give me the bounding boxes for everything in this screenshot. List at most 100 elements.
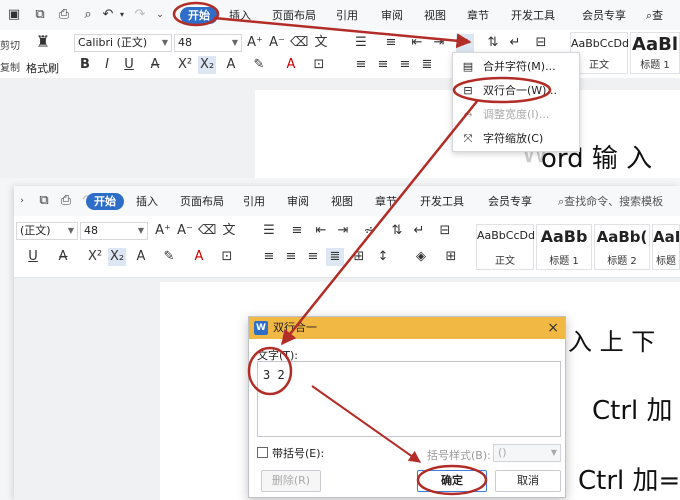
justify-icon[interactable]: ≣ bbox=[326, 248, 344, 266]
char-border-icon[interactable]: ⊡ bbox=[310, 56, 328, 74]
tab-references[interactable]: 引用 bbox=[243, 193, 265, 210]
tab-member[interactable]: 会员专享 bbox=[582, 7, 626, 24]
bullets-icon[interactable]: ☰ bbox=[352, 34, 370, 52]
ruler-icon[interactable]: ⊟ bbox=[436, 222, 454, 240]
borders-icon[interactable]: ⊞ bbox=[442, 248, 460, 266]
numbering-icon[interactable]: ≡ bbox=[382, 34, 400, 52]
tab-review[interactable]: 审阅 bbox=[381, 7, 403, 24]
tab-view[interactable]: 视图 bbox=[331, 193, 353, 210]
align-left-icon[interactable]: ≡ bbox=[260, 248, 278, 266]
decrease-indent-icon[interactable]: ⇤ bbox=[408, 34, 426, 52]
dialog-titlebar[interactable]: W 双行合一 × bbox=[249, 317, 565, 339]
superscript-icon[interactable]: X² bbox=[86, 248, 104, 266]
shrink-font-icon[interactable]: A⁻ bbox=[176, 222, 194, 240]
bullets-icon[interactable]: ☰ bbox=[260, 222, 278, 240]
chinese-layout-icon[interactable]: ⩫ bbox=[456, 34, 474, 52]
tab-references[interactable]: 引用 bbox=[336, 7, 358, 24]
numbering-icon[interactable]: ≡ bbox=[288, 222, 306, 240]
show-marks-icon[interactable]: ↵ bbox=[410, 222, 428, 240]
show-marks-icon[interactable]: ↵ bbox=[506, 34, 524, 52]
tab-home[interactable]: 开始 bbox=[180, 7, 218, 24]
tab-developer[interactable]: 开发工具 bbox=[511, 7, 555, 24]
style-heading-3[interactable]: AaB标题 bbox=[652, 224, 680, 270]
style-heading-1[interactable]: AaBl 标题 1 bbox=[630, 32, 680, 74]
italic-icon[interactable]: I bbox=[98, 56, 116, 74]
menu-merge-chars[interactable]: ▤ 合并字符(M)... bbox=[453, 55, 579, 79]
ruler-icon[interactable]: ⊟ bbox=[532, 34, 550, 52]
text-effect-icon[interactable]: A bbox=[222, 56, 240, 74]
highlight-icon[interactable]: ✎ bbox=[250, 56, 268, 74]
tab-developer[interactable]: 开发工具 bbox=[420, 193, 464, 210]
redo-icon[interactable]: ↷ bbox=[132, 7, 148, 23]
shading-icon[interactable]: ◈ bbox=[412, 248, 430, 266]
style-heading-1[interactable]: AaBb 标题 1 bbox=[536, 224, 592, 270]
font-color-icon[interactable]: A bbox=[282, 56, 300, 74]
align-right-icon[interactable]: ≡ bbox=[396, 56, 414, 74]
tab-section[interactable]: 章节 bbox=[375, 193, 397, 210]
strikethrough-icon[interactable]: A̶ bbox=[54, 248, 72, 266]
bracket-style-select[interactable]: () ▼ bbox=[493, 444, 561, 462]
clear-format-icon[interactable]: ⌫ bbox=[290, 34, 308, 52]
justify-icon[interactable]: ≣ bbox=[418, 56, 436, 74]
tab-page-layout[interactable]: 页面布局 bbox=[272, 7, 316, 24]
align-center-icon[interactable]: ≡ bbox=[374, 56, 392, 74]
copy-label[interactable]: 复制 bbox=[0, 59, 20, 74]
grow-font-icon[interactable]: A⁺ bbox=[154, 222, 172, 240]
tab-section[interactable]: 章节 bbox=[467, 7, 489, 24]
search-tab[interactable]: ⌕查 bbox=[646, 7, 663, 24]
font-size-combo[interactable]: 48 ▼ bbox=[80, 222, 148, 240]
underline-icon[interactable]: U bbox=[24, 248, 42, 266]
tab-insert[interactable]: 插入 bbox=[229, 7, 251, 24]
font-color-icon[interactable]: A bbox=[190, 248, 208, 266]
tab-review[interactable]: 审阅 bbox=[287, 193, 309, 210]
font-name-combo[interactable]: (正文) ▼ bbox=[16, 222, 78, 240]
save-icon[interactable]: ▣ bbox=[6, 7, 22, 23]
tab-insert[interactable]: 插入 bbox=[136, 193, 158, 210]
grow-font-icon[interactable]: A⁺ bbox=[246, 34, 264, 52]
tab-home[interactable]: 开始 bbox=[86, 193, 124, 210]
underline-icon[interactable]: U bbox=[120, 56, 138, 74]
align-center-icon[interactable]: ≡ bbox=[282, 248, 300, 266]
more-icon[interactable]: › bbox=[14, 193, 30, 209]
shrink-font-icon[interactable]: A⁻ bbox=[268, 34, 286, 52]
print-icon[interactable]: ⎙ bbox=[56, 7, 72, 23]
phonetic-icon[interactable]: 文 bbox=[312, 34, 330, 52]
sort-icon[interactable]: ⇅ bbox=[388, 222, 406, 240]
superscript-icon[interactable]: X² bbox=[176, 56, 194, 74]
format-painter-icon[interactable]: ♜ bbox=[34, 33, 52, 51]
undo-dropdown-icon[interactable]: ▾ bbox=[114, 7, 130, 23]
sort-icon[interactable]: ⇅ bbox=[484, 34, 502, 52]
align-right-icon[interactable]: ≡ bbox=[304, 248, 322, 266]
tab-page-layout[interactable]: 页面布局 bbox=[180, 193, 224, 210]
bracket-checkbox[interactable]: 带括号(E): bbox=[257, 447, 324, 461]
align-left-icon[interactable]: ≡ bbox=[352, 56, 370, 74]
command-search[interactable]: ⌕查找命令、搜索模板 bbox=[558, 193, 663, 210]
more-icon[interactable]: ⌄ bbox=[152, 7, 168, 23]
style-heading-2[interactable]: AaBb(标题 2 bbox=[594, 224, 650, 270]
menu-adjust-width[interactable]: ↔ 调整宽度(I)... bbox=[453, 103, 579, 127]
decrease-indent-icon[interactable]: ⇤ bbox=[312, 222, 330, 240]
style-normal[interactable]: AaBbCcDd 正文 bbox=[476, 224, 535, 270]
bold-icon[interactable]: B bbox=[76, 56, 94, 74]
tab-member[interactable]: 会员专享 bbox=[488, 193, 532, 210]
text-input[interactable]: 3 2 bbox=[257, 361, 561, 437]
increase-indent-icon[interactable]: ⇥ bbox=[430, 34, 448, 52]
export-icon[interactable]: ⧉ bbox=[36, 193, 52, 209]
strikethrough-icon[interactable]: A̶ bbox=[146, 56, 164, 74]
font-name-combo[interactable]: Calibri (正文) ▼ bbox=[74, 34, 172, 52]
phonetic-icon[interactable]: 文 bbox=[220, 222, 238, 240]
line-spacing-icon[interactable]: ↕ bbox=[374, 248, 392, 266]
subscript-icon[interactable]: X₂ bbox=[108, 248, 126, 266]
cut-label[interactable]: 剪切 bbox=[0, 37, 20, 52]
char-border-icon[interactable]: ⊡ bbox=[218, 248, 236, 266]
export-icon[interactable]: ⧉ bbox=[32, 7, 48, 23]
close-icon[interactable]: × bbox=[547, 319, 559, 337]
highlight-icon[interactable]: ✎ bbox=[160, 248, 178, 266]
chinese-layout-icon[interactable]: ⩫ bbox=[360, 222, 378, 240]
clear-format-icon[interactable]: ⌫ bbox=[198, 222, 216, 240]
menu-char-scale[interactable]: ⤧ 字符缩放(C) bbox=[453, 127, 579, 151]
increase-indent-icon[interactable]: ⇥ bbox=[334, 222, 352, 240]
print-preview-icon[interactable]: ⌕ bbox=[80, 7, 96, 23]
distributed-icon[interactable]: ⊞ bbox=[350, 248, 368, 266]
font-size-combo[interactable]: 48 ▼ bbox=[174, 34, 242, 52]
